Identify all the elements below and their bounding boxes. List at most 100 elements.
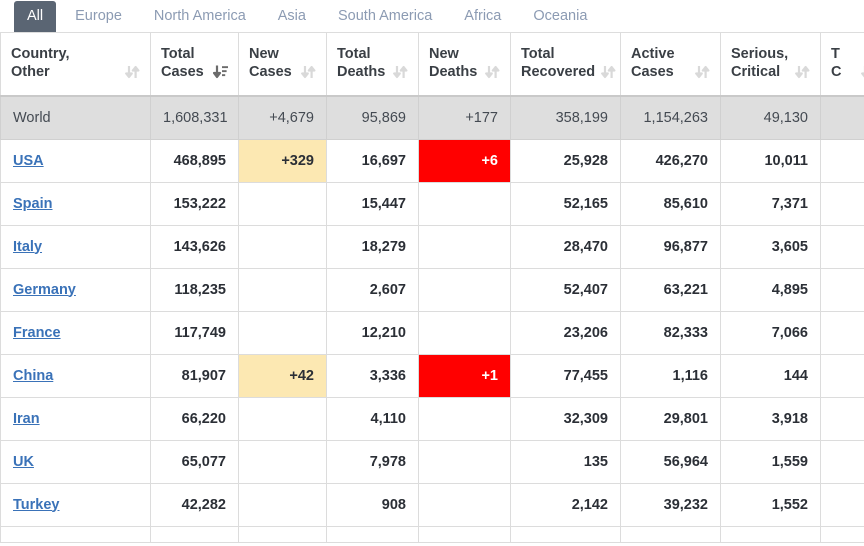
cell-country[interactable]: France	[0, 310, 151, 355]
column-header-total-recovered[interactable]: Total Recovered	[510, 33, 621, 97]
table-row[interactable]: Turkey 42,282 908 2,142 39,232 1,552	[0, 482, 864, 527]
table-row[interactable]: Iran 66,220 4,110 32,309 29,801 3,918	[0, 396, 864, 441]
column-header-total-cases[interactable]: Total Cases	[150, 33, 239, 97]
table-row-world[interactable]: World 1,608,331 +4,679 95,869 +177 358,199 1,1…	[0, 95, 864, 140]
cell-total-cases	[150, 525, 239, 543]
cell-country[interactable]: World	[0, 95, 151, 140]
cell-new-deaths	[418, 439, 511, 484]
sort-both-icon[interactable]	[485, 64, 500, 80]
column-header-line1: Active	[631, 45, 675, 62]
column-header-new-cases[interactable]: New Cases	[238, 33, 327, 97]
cell-total-cases: 42,282	[150, 482, 239, 527]
cell-total-recovered: 52,407	[510, 267, 621, 312]
sort-desc-icon[interactable]	[213, 64, 228, 80]
column-header-country[interactable]: Country, Other	[0, 33, 151, 97]
cell-active-cases	[620, 525, 721, 543]
cell-country[interactable]: UK	[0, 439, 151, 484]
column-header-serious-critical[interactable]: Serious, Critical	[720, 33, 821, 97]
country-link[interactable]: Iran	[13, 411, 40, 427]
cell-new-deaths	[418, 396, 511, 441]
country-link[interactable]: USA	[13, 153, 44, 169]
sort-both-icon[interactable]	[393, 64, 408, 80]
cell-serious-critical: 3,918	[720, 396, 821, 441]
cell-active-cases: 1,116	[620, 353, 721, 398]
cell-total-recovered: 135	[510, 439, 621, 484]
table-row[interactable]: UK 65,077 7,978 135 56,964 1,559	[0, 439, 864, 484]
table-row[interactable]	[0, 525, 864, 543]
sort-both-icon[interactable]	[125, 64, 140, 80]
cell-country[interactable]	[0, 525, 151, 543]
cell-active-cases: 1,154,263	[620, 95, 721, 140]
cell-new-cases: +42	[238, 353, 327, 398]
tab-oceania[interactable]: Oceania	[520, 1, 600, 33]
cell-total-recovered: 358,199	[510, 95, 621, 140]
cell-country[interactable]: Italy	[0, 224, 151, 269]
tab-asia[interactable]: Asia	[265, 1, 319, 33]
cell-serious-critical: 4,895	[720, 267, 821, 312]
cell-total-deaths: 3,336	[326, 353, 419, 398]
sort-both-icon[interactable]	[601, 64, 616, 80]
cell-new-cases	[238, 525, 327, 543]
cell-serious-critical	[720, 525, 821, 543]
cell-extra	[820, 267, 864, 312]
statistics-table-container: Country, Other Total Cases New Cases Total Deat…	[0, 33, 864, 546]
table-row[interactable]: Germany 118,235 2,607 52,407 63,221 4,895	[0, 267, 864, 312]
table-row[interactable]: France 117,749 12,210 23,206 82,333 7,066	[0, 310, 864, 355]
cell-total-deaths: 12,210	[326, 310, 419, 355]
cell-new-deaths	[418, 482, 511, 527]
column-header-line1: Total	[337, 45, 371, 62]
cell-new-cases	[238, 224, 327, 269]
country-label: World	[13, 109, 51, 126]
cell-active-cases: 82,333	[620, 310, 721, 355]
cell-country[interactable]: USA	[0, 138, 151, 183]
cell-serious-critical: 3,605	[720, 224, 821, 269]
tab-south-america[interactable]: South America	[325, 1, 445, 33]
cell-total-recovered: 32,309	[510, 396, 621, 441]
column-header-extra[interactable]: TC	[820, 33, 864, 97]
cell-total-cases: 468,895	[150, 138, 239, 183]
cell-new-deaths	[418, 181, 511, 226]
table-row[interactable]: Spain 153,222 15,447 52,165 85,610 7,371	[0, 181, 864, 226]
column-header-total-deaths[interactable]: Total Deaths	[326, 33, 419, 97]
country-link[interactable]: Germany	[13, 282, 76, 298]
column-header-line1: T	[831, 45, 840, 62]
sort-both-icon[interactable]	[301, 64, 316, 80]
column-header-active-cases[interactable]: Active Cases	[620, 33, 721, 97]
country-link[interactable]: France	[13, 325, 61, 341]
cell-country[interactable]: Turkey	[0, 482, 151, 527]
cell-total-recovered: 28,470	[510, 224, 621, 269]
column-header-line1: Total	[161, 45, 195, 62]
cell-extra	[820, 138, 864, 183]
country-link[interactable]: China	[13, 368, 53, 384]
country-link[interactable]: UK	[13, 454, 34, 470]
cell-extra	[820, 310, 864, 355]
cell-total-deaths	[326, 525, 419, 543]
tab-europe[interactable]: Europe	[62, 1, 135, 33]
cell-total-cases: 117,749	[150, 310, 239, 355]
sort-both-icon[interactable]	[795, 64, 810, 80]
country-link[interactable]: Spain	[13, 196, 52, 212]
cell-serious-critical: 7,371	[720, 181, 821, 226]
cell-total-deaths: 18,279	[326, 224, 419, 269]
column-header-line2: Cases	[249, 64, 292, 80]
tab-africa[interactable]: Africa	[451, 1, 514, 33]
cell-extra	[820, 95, 864, 140]
cell-new-cases	[238, 267, 327, 312]
cell-country[interactable]: China	[0, 353, 151, 398]
cell-country[interactable]: Iran	[0, 396, 151, 441]
column-header-new-deaths[interactable]: New Deaths	[418, 33, 511, 97]
cell-country[interactable]: Germany	[0, 267, 151, 312]
table-row[interactable]: Italy 143,626 18,279 28,470 96,877 3,605	[0, 224, 864, 269]
country-link[interactable]: Italy	[13, 239, 42, 255]
sort-both-icon[interactable]	[695, 64, 710, 80]
country-link[interactable]: Turkey	[13, 497, 59, 513]
cell-total-cases: 143,626	[150, 224, 239, 269]
tab-all[interactable]: All	[14, 0, 57, 32]
cell-country[interactable]: Spain	[0, 181, 151, 226]
tab-north-america[interactable]: North America	[141, 1, 259, 33]
table-row[interactable]: China 81,907 +42 3,336 +1 77,455 1,116 144	[0, 353, 864, 398]
cell-extra	[820, 482, 864, 527]
cell-new-cases	[238, 396, 327, 441]
cell-total-cases: 153,222	[150, 181, 239, 226]
table-row[interactable]: USA 468,895 +329 16,697 +6 25,928 426,270 10,01…	[0, 138, 864, 183]
